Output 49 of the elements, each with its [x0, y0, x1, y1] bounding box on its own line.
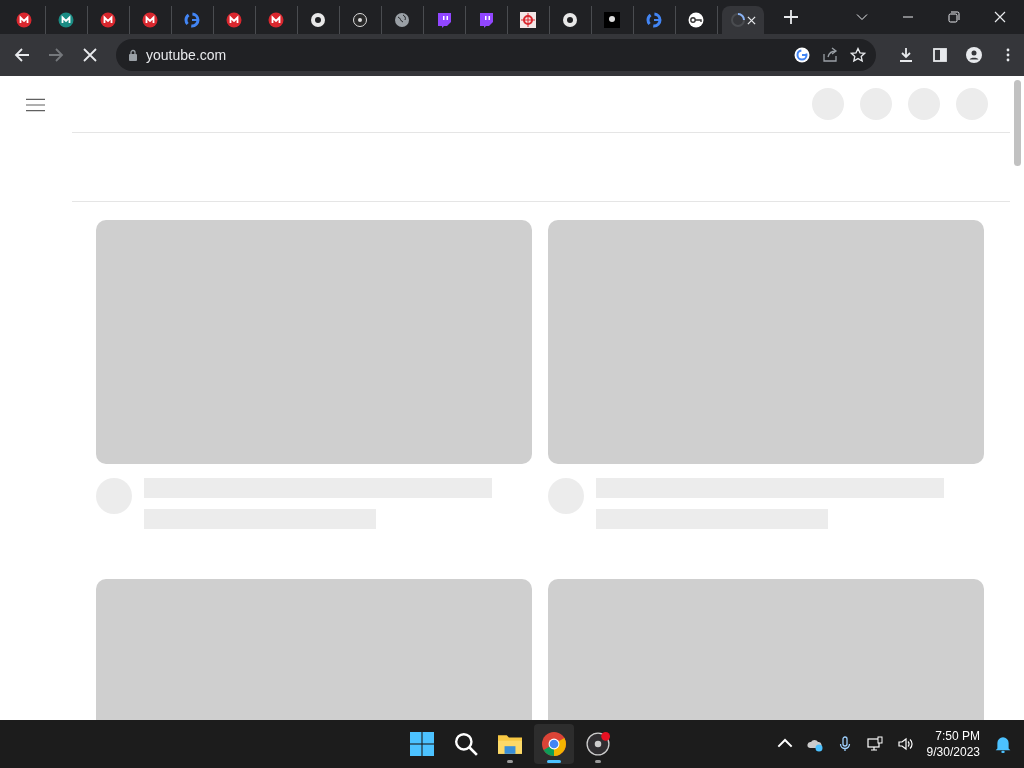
- address-bar[interactable]: youtube.com: [116, 39, 876, 71]
- url-text: youtube.com: [146, 47, 227, 63]
- bell-icon[interactable]: [994, 735, 1012, 753]
- folder-icon: [498, 732, 522, 756]
- round-logo-icon: [58, 12, 74, 28]
- circle-icon: [352, 12, 368, 28]
- restore-icon[interactable]: [948, 11, 960, 23]
- windows-icon: [410, 732, 434, 756]
- round-logo-icon: [226, 12, 242, 28]
- crosshair-icon: [520, 12, 536, 28]
- speaker-icon[interactable]: [896, 736, 913, 752]
- round-logo-icon: [268, 12, 284, 28]
- chrome-icon: [562, 12, 578, 28]
- date-text: 9/30/2023: [926, 744, 980, 760]
- time-text: 7:50 PM: [935, 728, 980, 744]
- chat-bubble-icon: [478, 12, 494, 28]
- chevron-down-icon[interactable]: [856, 11, 868, 23]
- chrome-icon: [542, 732, 566, 756]
- clock[interactable]: 7:50 PM 9/30/2023: [926, 728, 980, 760]
- taskbar-app[interactable]: [534, 724, 574, 764]
- google-icon: [184, 12, 200, 28]
- star-icon[interactable]: [850, 47, 866, 63]
- lock-icon: [128, 49, 138, 61]
- profile-icon[interactable]: [966, 47, 982, 63]
- google-icon: [646, 12, 662, 28]
- menu-icon[interactable]: [26, 98, 45, 112]
- browser-tab[interactable]: [722, 6, 764, 34]
- square-icon: [604, 12, 620, 28]
- round-logo-icon: [142, 12, 158, 28]
- search-icon: [454, 732, 478, 756]
- back-icon[interactable]: [14, 47, 30, 63]
- stop-icon[interactable]: [82, 47, 98, 63]
- key-icon: [688, 12, 704, 28]
- new-tab-icon[interactable]: [784, 10, 798, 24]
- download-icon[interactable]: [898, 47, 914, 63]
- loading-icon: [730, 12, 746, 28]
- chat-bubble-icon: [436, 12, 452, 28]
- globe-icon: [394, 12, 410, 28]
- google-icon[interactable]: [794, 47, 810, 63]
- network-icon[interactable]: [866, 736, 883, 752]
- share-icon[interactable]: [822, 47, 838, 63]
- round-logo-icon: [16, 12, 32, 28]
- close-icon[interactable]: [994, 11, 1006, 23]
- circle-icon: [586, 732, 610, 756]
- forward-icon[interactable]: [48, 47, 64, 63]
- chrome-icon: [310, 12, 326, 28]
- close-icon[interactable]: [747, 15, 756, 25]
- side-panel-icon[interactable]: [932, 47, 948, 63]
- round-logo-icon: [100, 12, 116, 28]
